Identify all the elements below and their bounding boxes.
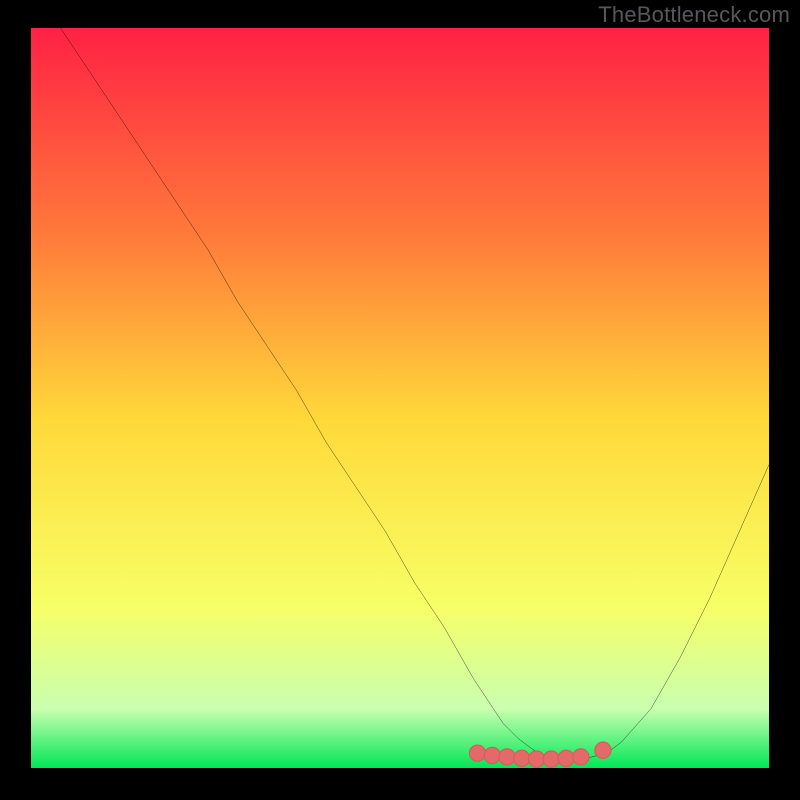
- bottleneck-chart: [31, 28, 769, 768]
- highlight-marker: [543, 751, 559, 767]
- watermark-text: TheBottleneck.com: [598, 2, 790, 28]
- plot-background: [31, 28, 769, 768]
- chart-frame: TheBottleneck.com: [0, 0, 800, 800]
- highlight-marker: [558, 750, 574, 766]
- highlight-marker: [595, 742, 611, 758]
- highlight-marker: [484, 747, 500, 763]
- highlight-marker: [573, 749, 589, 765]
- highlight-marker: [469, 745, 485, 761]
- highlight-marker: [514, 750, 530, 766]
- highlight-marker: [499, 749, 515, 765]
- highlight-marker: [528, 751, 544, 767]
